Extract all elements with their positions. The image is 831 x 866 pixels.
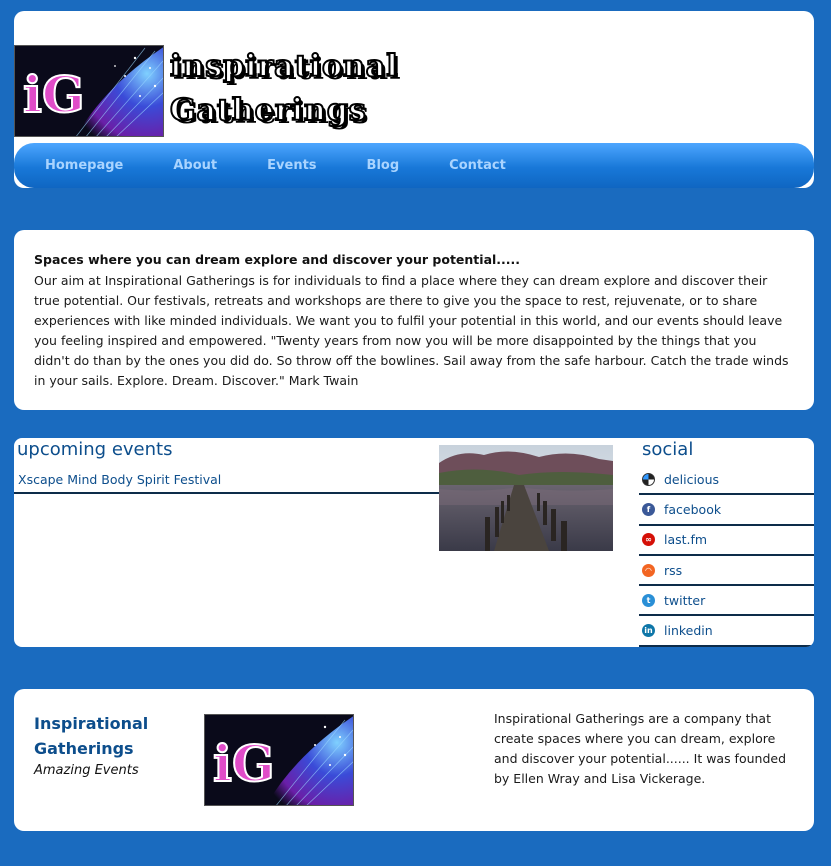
social-link-facebook[interactable]: f facebook xyxy=(639,495,814,526)
nav-blog[interactable]: Blog xyxy=(367,158,400,173)
nav-homepage[interactable]: Homepage xyxy=(45,158,123,173)
wordmark-line-2: Gatherings xyxy=(169,92,367,129)
social-link-linkedin[interactable]: in linkedin xyxy=(639,616,814,647)
intro-heading: Spaces where you can dream explore and d… xyxy=(34,252,521,267)
svg-text:iG: iG xyxy=(23,65,85,124)
main-nav: Homepage About Events Blog Contact xyxy=(14,143,814,188)
linkedin-icon: in xyxy=(642,624,655,638)
social-link-rss[interactable]: ◠ rss xyxy=(639,556,814,587)
facebook-icon: f xyxy=(642,502,655,516)
social-list: delicious f facebook ∞ last.fm ◠ rss t t… xyxy=(639,465,814,647)
company-description: Inspirational Gatherings are a company t… xyxy=(494,711,787,786)
site-wordmark[interactable]: inspirational Gatherings xyxy=(169,45,440,133)
nav-about[interactable]: About xyxy=(173,158,217,173)
social-heading: social xyxy=(642,439,694,460)
nav-events[interactable]: Events xyxy=(267,158,316,173)
twitter-icon: t xyxy=(642,593,655,607)
social-label: last.fm xyxy=(664,532,708,548)
social-link-twitter[interactable]: t twitter xyxy=(639,586,814,617)
delicious-icon xyxy=(642,472,655,486)
intro-body: Our aim at Inspirational Gatherings is f… xyxy=(34,273,789,388)
company-tagline: Amazing Events xyxy=(34,763,139,778)
events-social-section: upcoming events Xscape Mind Body Spirit … xyxy=(14,438,814,647)
about-company-section: Inspirational Gatherings Amazing Events xyxy=(14,689,814,831)
logo-graphic: iG xyxy=(15,46,163,136)
rss-icon: ◠ xyxy=(642,563,655,577)
social-label: delicious xyxy=(664,471,719,487)
event-item[interactable]: Xscape Mind Body Spirit Festival xyxy=(14,470,440,494)
svg-text:iG: iG xyxy=(213,734,275,793)
event-item-label: Xscape Mind Body Spirit Festival xyxy=(18,472,222,487)
nav-contact[interactable]: Contact xyxy=(449,158,506,173)
social-label: facebook xyxy=(664,501,722,517)
company-name: Inspirational Gatherings xyxy=(34,714,149,758)
events-heading: upcoming events xyxy=(17,439,173,460)
site-header: iG inspirational Gatherings Homepage Abo… xyxy=(14,11,814,188)
pier-photo xyxy=(439,445,613,551)
social-label: linkedin xyxy=(664,623,713,639)
social-label: rss xyxy=(664,562,683,578)
footer-logo: iG xyxy=(204,714,354,806)
lastfm-icon: ∞ xyxy=(642,533,655,547)
social-link-delicious[interactable]: delicious xyxy=(639,465,814,496)
intro-section: Spaces where you can dream explore and d… xyxy=(14,230,814,410)
site-logo[interactable]: iG xyxy=(14,45,164,137)
social-link-lastfm[interactable]: ∞ last.fm xyxy=(639,526,814,556)
social-label: twitter xyxy=(664,592,706,608)
wordmark-line-1: inspirational xyxy=(169,48,399,85)
footer-logo-graphic: iG xyxy=(205,715,353,805)
